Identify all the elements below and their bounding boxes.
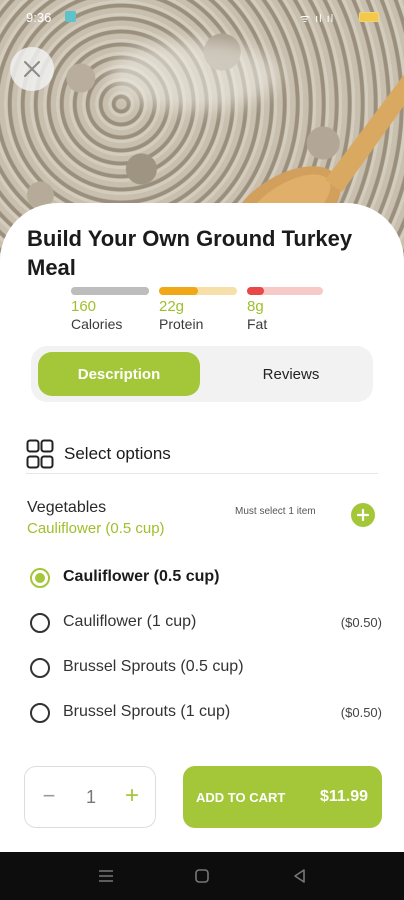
close-button[interactable]	[10, 47, 54, 91]
options-section-header: Select options	[26, 438, 171, 470]
increase-quantity-button[interactable]: +	[121, 782, 143, 810]
macro-bar	[159, 287, 237, 295]
option-price: ($0.50)	[340, 705, 382, 720]
cart-total: $11.99	[319, 788, 368, 805]
back-icon[interactable]	[290, 866, 310, 886]
tab-bar: Description Reviews	[31, 346, 373, 402]
option-item[interactable]: Brussel Sprouts (0.5 cup)	[30, 655, 382, 681]
quantity-value: 1	[85, 787, 96, 807]
option-item[interactable]: Brussel Sprouts (1 cup) ($0.50)	[30, 700, 382, 726]
option-group-selection: Cauliflower (0.5 cup)	[27, 520, 165, 537]
decrease-quantity-button[interactable]: −	[39, 783, 59, 811]
plus-icon	[357, 509, 369, 521]
macro-bar	[247, 287, 323, 295]
option-group-name: Vegetables	[27, 499, 107, 516]
macro-fat: 8g Fat	[247, 287, 323, 332]
grid-options-icon	[26, 439, 54, 469]
close-icon	[24, 61, 40, 77]
macro-value: 8g	[247, 298, 264, 315]
recents-icon[interactable]	[96, 866, 116, 886]
quantity-stepper: − 1 +	[24, 766, 156, 828]
macro-bar	[71, 287, 149, 295]
option-item[interactable]: Cauliflower (1 cup) ($0.50)	[30, 610, 382, 636]
radio-button[interactable]	[30, 568, 50, 588]
add-to-cart-label: ADD TO CART	[196, 790, 286, 805]
macro-label: Fat	[247, 316, 268, 332]
macro-calories: 160 Calories	[71, 287, 149, 332]
macro-label: Calories	[71, 316, 123, 332]
options-section-title: Select options	[64, 444, 171, 463]
system-nav-bar	[0, 852, 404, 900]
add-to-cart-button[interactable]: ADD TO CART $11.99	[183, 766, 382, 828]
status-time: 9:36	[26, 10, 52, 25]
radio-button[interactable]	[30, 658, 50, 678]
tab-description[interactable]: Description	[38, 352, 200, 396]
macro-value: 160	[71, 298, 97, 315]
option-name: Brussel Sprouts (1 cup)	[63, 703, 231, 720]
notification-icon	[65, 11, 76, 22]
status-bar: 9:36 ᯤ ıl ıl	[0, 0, 404, 34]
macro-protein: 22g Protein	[159, 287, 237, 332]
add-option-button[interactable]	[351, 503, 375, 527]
tab-reviews[interactable]: Reviews	[216, 352, 366, 396]
option-price: ($0.50)	[340, 615, 382, 630]
signal-icon: ᯤ ıl ıl	[300, 13, 335, 25]
home-icon[interactable]	[192, 866, 212, 886]
radio-button[interactable]	[30, 703, 50, 723]
battery-icon	[359, 12, 379, 22]
option-group-requirement: Must select 1 item	[235, 506, 316, 517]
option-name: Cauliflower (0.5 cup)	[63, 568, 220, 585]
option-item[interactable]: Cauliflower (0.5 cup)	[30, 565, 382, 591]
macro-value: 22g	[159, 298, 185, 315]
macro-label: Protein	[159, 316, 204, 332]
option-name: Cauliflower (1 cup)	[63, 613, 197, 630]
radio-button[interactable]	[30, 613, 50, 633]
product-title: Build Your Own Ground Turkey Meal	[27, 226, 353, 280]
option-name: Brussel Sprouts (0.5 cup)	[63, 658, 244, 675]
divider	[26, 473, 378, 474]
